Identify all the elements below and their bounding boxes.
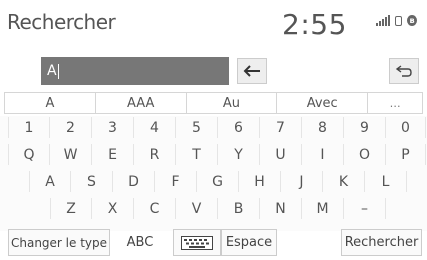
keyboard-row-3: Z X C V B N M – bbox=[50, 198, 386, 219]
key[interactable]: A bbox=[29, 171, 71, 192]
key[interactable]: U bbox=[260, 144, 302, 165]
key[interactable]: C bbox=[134, 198, 176, 219]
space-button[interactable]: Espace bbox=[221, 229, 277, 256]
clock: 2:55 bbox=[282, 8, 347, 41]
status-icons: ʙ bbox=[376, 15, 417, 26]
keyboard-row-1: Q W E R T Y U I O P bbox=[8, 144, 426, 165]
keyboard-row-digits: 1 2 3 4 5 6 7 8 9 0 bbox=[8, 117, 426, 138]
suggestion-item[interactable]: Avec bbox=[276, 92, 368, 114]
more-suggestions-button[interactable]: … bbox=[367, 92, 423, 114]
keyboard-icon bbox=[181, 235, 213, 250]
suggestion-item[interactable]: AAA bbox=[94, 92, 186, 114]
phone-battery-icon bbox=[395, 16, 402, 26]
key[interactable]: D bbox=[113, 171, 155, 192]
key[interactable]: 1 bbox=[8, 117, 50, 138]
key[interactable]: R bbox=[134, 144, 176, 165]
key[interactable]: Q bbox=[8, 144, 50, 165]
key[interactable]: N bbox=[260, 198, 302, 219]
key[interactable]: – bbox=[344, 198, 386, 219]
key[interactable]: 2 bbox=[50, 117, 92, 138]
key[interactable]: 5 bbox=[176, 117, 218, 138]
key[interactable]: H bbox=[239, 171, 281, 192]
return-arrow-icon bbox=[395, 65, 412, 77]
key[interactable]: P bbox=[386, 144, 426, 165]
search-screen: Rechercher 2:55 ʙ A A AAA Au Avec … 1 2 … bbox=[0, 0, 427, 260]
key[interactable]: W bbox=[50, 144, 92, 165]
suggestion-bar: A AAA Au Avec … bbox=[4, 92, 423, 114]
key[interactable]: Z bbox=[50, 198, 92, 219]
suggestion-item[interactable]: A bbox=[4, 92, 95, 114]
key[interactable]: 4 bbox=[134, 117, 176, 138]
key[interactable]: 8 bbox=[302, 117, 344, 138]
key[interactable]: M bbox=[302, 198, 344, 219]
key[interactable]: X bbox=[92, 198, 134, 219]
suggestion-item[interactable]: Au bbox=[185, 92, 277, 114]
key[interactable]: 3 bbox=[92, 117, 134, 138]
key[interactable]: I bbox=[302, 144, 344, 165]
key[interactable]: J bbox=[281, 171, 323, 192]
key[interactable]: S bbox=[71, 171, 113, 192]
key[interactable]: T bbox=[176, 144, 218, 165]
search-button[interactable]: Rechercher bbox=[341, 229, 422, 256]
backspace-button[interactable] bbox=[237, 58, 267, 84]
bluetooth-icon: ʙ bbox=[407, 15, 417, 26]
signal-bars-icon bbox=[376, 15, 390, 26]
key[interactable]: O bbox=[344, 144, 386, 165]
search-input[interactable]: A bbox=[41, 57, 229, 85]
key[interactable]: 0 bbox=[386, 117, 426, 138]
arrow-left-icon bbox=[243, 65, 260, 77]
abc-button[interactable]: ABC bbox=[115, 229, 165, 256]
key[interactable]: G bbox=[197, 171, 239, 192]
keyboard-layout-button[interactable] bbox=[173, 229, 221, 256]
key[interactable]: 7 bbox=[260, 117, 302, 138]
key[interactable]: 6 bbox=[218, 117, 260, 138]
key[interactable]: F bbox=[155, 171, 197, 192]
return-button[interactable] bbox=[389, 58, 419, 84]
key[interactable]: 9 bbox=[344, 117, 386, 138]
key[interactable]: E bbox=[92, 144, 134, 165]
key[interactable]: L bbox=[365, 171, 407, 192]
key[interactable]: K bbox=[323, 171, 365, 192]
key[interactable]: V bbox=[176, 198, 218, 219]
key[interactable]: B bbox=[218, 198, 260, 219]
keyboard-row-2: A S D F G H J K L bbox=[29, 171, 407, 192]
page-title: Rechercher bbox=[7, 10, 116, 34]
key[interactable]: Y bbox=[218, 144, 260, 165]
change-type-button[interactable]: Changer le type bbox=[8, 229, 110, 256]
